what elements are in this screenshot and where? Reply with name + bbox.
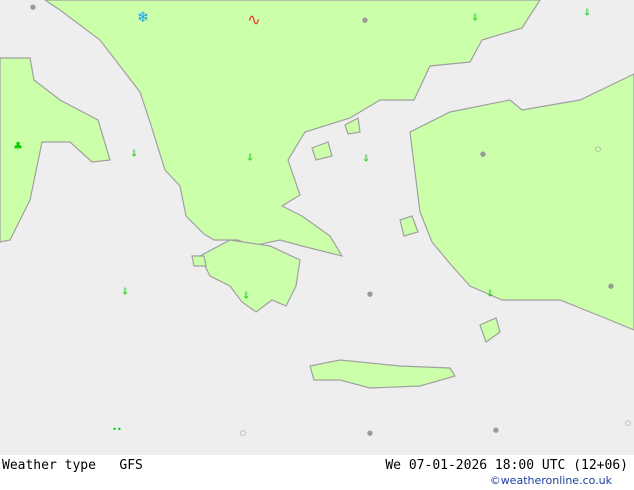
weather-map-panel: ❄ ∿ ⇓ ⇓ ⇓ ⇓ ⇓ ⇓ ⇓ ⇓ ♣ •• ● ● ● ○ ● ● ● ● ○ ○ Weather type GFS… bbox=[0, 0, 634, 490]
island bbox=[191, 255, 207, 267]
cloud-icon: ● bbox=[608, 281, 614, 292]
shower-icon: ♣ bbox=[14, 139, 22, 155]
drizzle-icon: ⇓ bbox=[362, 150, 370, 166]
credit-link[interactable]: ©weatheronline.co.uk bbox=[490, 474, 612, 487]
datetime-label: We 07-01-2026 18:00 UTC (12+06) bbox=[385, 458, 628, 473]
map-title: Weather type GFS bbox=[2, 458, 143, 473]
cloud-icon: ○ bbox=[625, 418, 631, 429]
cloud-icon: ● bbox=[480, 149, 486, 160]
drizzle-icon: ⇓ bbox=[130, 145, 138, 161]
cloud-icon: ● bbox=[493, 425, 499, 436]
drizzle-icon: ⇓ bbox=[583, 4, 591, 20]
drizzle-icon: ⇓ bbox=[486, 285, 494, 301]
drizzle-icon: ⇓ bbox=[242, 287, 250, 303]
drizzle-icon: ⇓ bbox=[121, 283, 129, 299]
weather-map bbox=[0, 0, 634, 455]
cloud-icon: ● bbox=[362, 15, 368, 26]
frontal-wave-icon: ∿ bbox=[247, 10, 261, 29]
drizzle-icon: ⇓ bbox=[246, 149, 254, 165]
snow-icon: ❄ bbox=[138, 7, 148, 26]
model-label: GFS bbox=[119, 458, 143, 473]
cloud-icon: ○ bbox=[240, 428, 246, 439]
cloud-icon: ● bbox=[367, 289, 373, 300]
light-rain-icon: •• bbox=[112, 425, 122, 434]
drizzle-icon: ⇓ bbox=[471, 9, 479, 25]
cloud-icon: ● bbox=[30, 2, 36, 13]
title-label: Weather type bbox=[2, 458, 96, 473]
cloud-icon: ○ bbox=[595, 144, 601, 155]
cloud-icon: ● bbox=[367, 428, 373, 439]
